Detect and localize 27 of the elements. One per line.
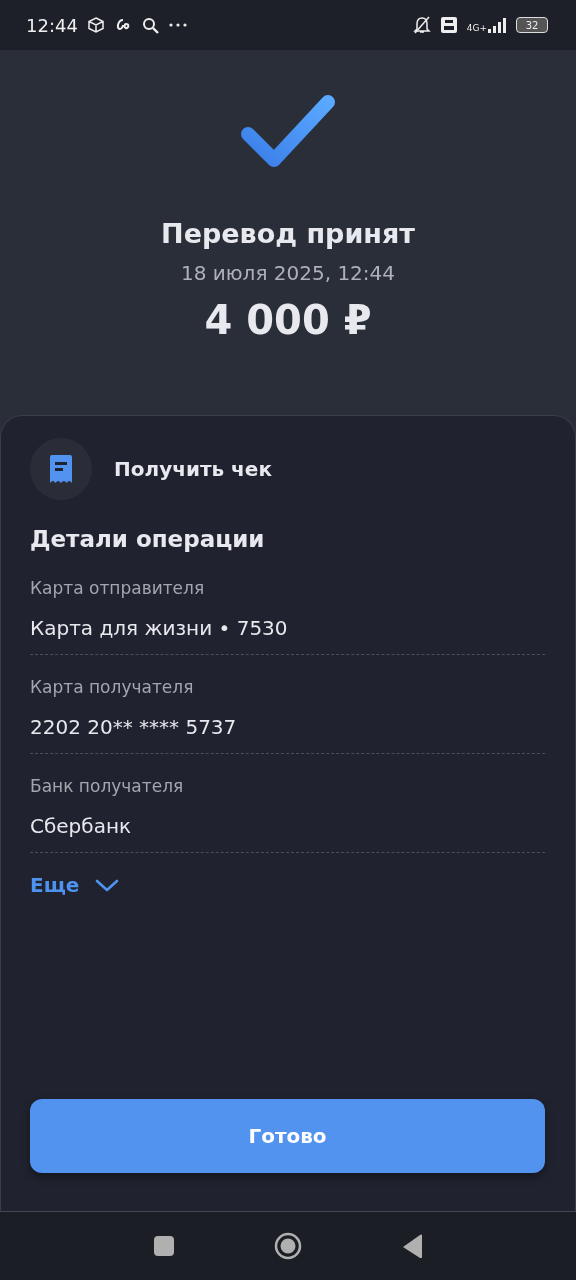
receipt-icon	[50, 455, 72, 483]
box-icon	[87, 17, 104, 33]
more-icon	[168, 22, 187, 28]
section-title: Детали операции	[30, 526, 266, 552]
signal-icon	[488, 17, 506, 33]
field-value: Сбербанк	[30, 814, 133, 838]
clock-time: 12:44	[26, 14, 78, 36]
more-button[interactable]: Еще	[30, 873, 120, 897]
back-icon[interactable]	[402, 1234, 422, 1258]
field-label: Карта получателя	[30, 677, 195, 697]
field-label: Карта отправителя	[30, 578, 206, 598]
volte-icon	[440, 17, 457, 33]
field-label: Банк получателя	[30, 776, 185, 796]
recents-icon[interactable]	[154, 1236, 174, 1256]
network-type: 4G+	[466, 24, 487, 33]
get-receipt-button[interactable]: Получить чек	[30, 438, 272, 500]
status-title: Перевод принят	[161, 218, 415, 249]
home-icon[interactable]	[274, 1232, 302, 1260]
transfer-date: 18 июля 2025, 12:44	[180, 261, 396, 285]
check-icon	[240, 94, 336, 170]
field-value: 2202 20** **** 5737	[30, 715, 238, 739]
done-button[interactable]: Готово	[30, 1099, 545, 1173]
battery-level: 32	[516, 17, 548, 33]
field-value: Карта для жизни • 7530	[30, 616, 289, 640]
bell-off-icon	[412, 16, 431, 34]
transfer-amount: 4 000 ₽	[204, 297, 372, 343]
search-icon	[141, 16, 159, 34]
